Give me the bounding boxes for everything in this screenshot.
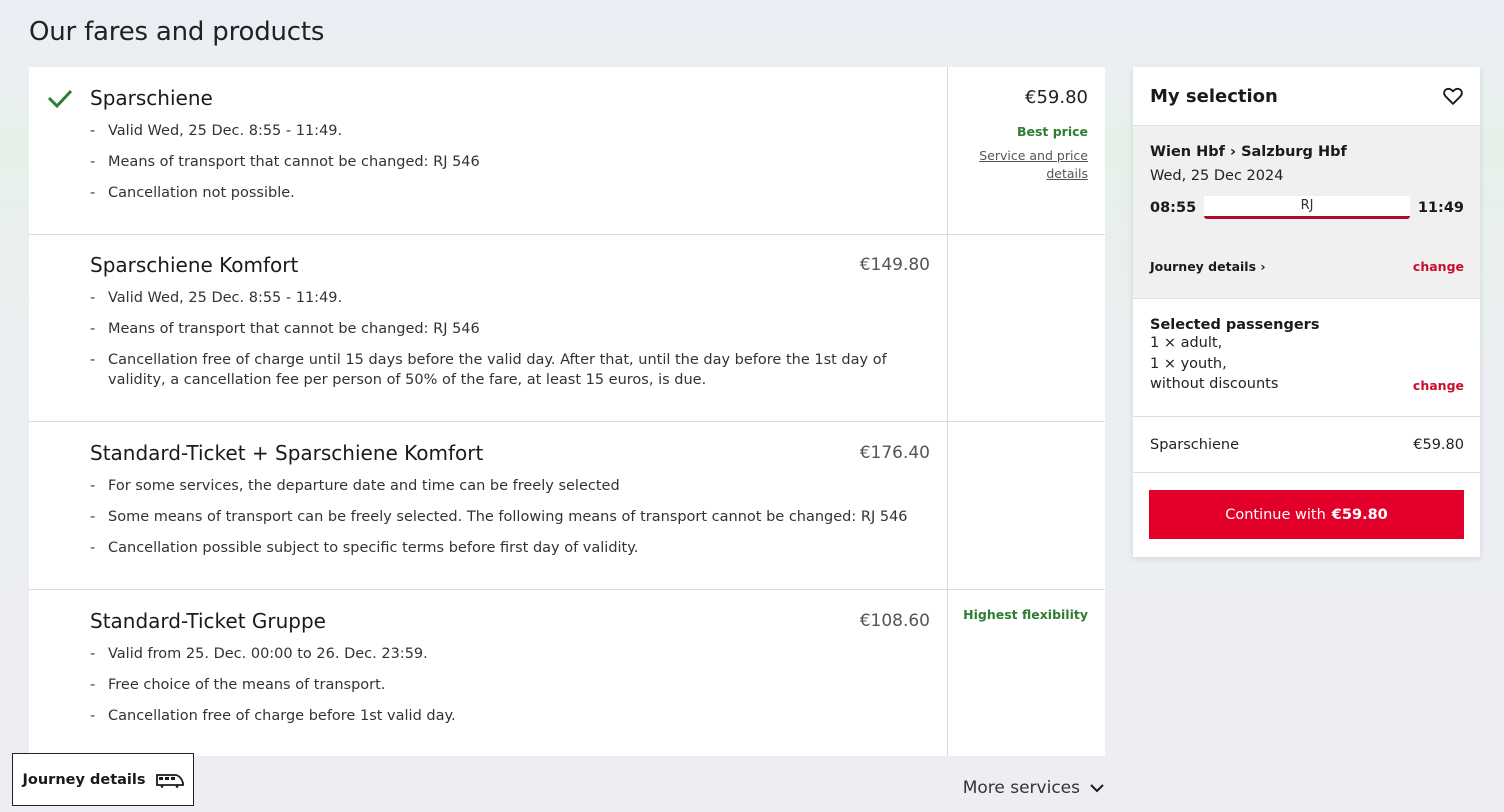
fare-detail: Cancellation not possible. [90,183,947,203]
service-price-details-link[interactable]: Service and price details [948,147,1088,183]
train-bar: RJ [1204,196,1410,219]
fare-detail: Cancellation free of charge before 1st v… [90,706,947,726]
fare-card-standard-ticket-gruppe[interactable]: Standard-Ticket Gruppe €108.60 Valid fro… [29,590,1105,756]
fare-detail: For some services, the departure date an… [90,476,947,496]
summary-fare-name: Sparschiene [1150,436,1240,453]
fare-detail: Means of transport that cannot be change… [90,152,947,172]
fare-name: Standard-Ticket + Sparschiene Komfort [90,441,484,465]
journey-details-link[interactable]: Journey details › [1150,259,1266,274]
more-services-toggle[interactable]: More services [963,778,1105,798]
fare-detail: Some means of transport can be freely se… [90,507,947,527]
change-journey-link[interactable]: change [1413,259,1464,274]
selected-passengers: Selected passengers 1 × adult, 1 × youth… [1133,299,1480,417]
passenger-line: 1 × youth, [1150,355,1227,372]
fare-details: Valid from 25. Dec. 00:00 to 26. Dec. 23… [90,644,947,726]
fare-details: Valid Wed, 25 Dec. 8:55 - 11:49. Means o… [90,121,947,203]
fare-detail: Valid from 25. Dec. 00:00 to 26. Dec. 23… [90,644,947,664]
fare-details: For some services, the departure date an… [90,476,947,558]
fare-card-sparschiene-komfort[interactable]: Sparschiene Komfort €149.80 Valid Wed, 2… [29,235,1105,422]
my-selection-title: My selection [1150,85,1278,107]
fare-name: Standard-Ticket Gruppe [90,609,326,633]
passenger-line: 1 × adult, [1150,335,1223,351]
fare-detail: Cancellation free of charge until 15 day… [90,350,917,390]
journey-details-button-label: Journey details [22,771,146,788]
fare-detail: Means of transport that cannot be change… [90,319,917,339]
fare-price: €149.80 [859,255,930,275]
fare-name: Sparschiene Komfort [90,253,299,277]
heart-icon[interactable] [1442,85,1464,107]
route: Wien Hbf › Salzburg Hbf [1150,144,1347,160]
journey-summary: Wien Hbf › Salzburg Hbf Wed, 25 Dec 2024… [1133,126,1480,299]
selected-fare-summary: Sparschiene €59.80 [1133,417,1480,473]
fare-price: €108.60 [859,611,930,631]
fare-card-standard-sparschiene-komfort[interactable]: Standard-Ticket + Sparschiene Komfort €1… [29,422,1105,590]
continue-label: Continue with [1225,506,1326,523]
fare-card-sparschiene[interactable]: Sparschiene Valid Wed, 25 Dec. 8:55 - 11… [29,67,1105,235]
best-price-badge: Best price [1016,124,1088,139]
summary-fare-price: €59.80 [1413,436,1464,453]
journey-timeline: 08:55 RJ 11:49 [1150,196,1464,219]
my-selection-panel: My selection Wien Hbf › Salzburg Hbf Wed… [1133,67,1480,557]
departure-time: 08:55 [1150,199,1197,216]
continue-button[interactable]: Continue with €59.80 [1149,490,1464,539]
more-services-label: More services [962,778,1080,798]
train-icon [155,773,184,788]
journey-details-button[interactable]: Journey details [12,753,194,806]
fare-name: Sparschiene [90,86,213,110]
fare-details: Valid Wed, 25 Dec. 8:55 - 11:49. Means o… [90,288,947,390]
fare-detail: Valid Wed, 25 Dec. 8:55 - 11:49. [90,121,947,141]
fare-detail: Valid Wed, 25 Dec. 8:55 - 11:49. [90,288,917,308]
check-icon [47,89,73,109]
chevron-down-icon [1090,784,1104,793]
arrival-time: 11:49 [1417,199,1464,216]
page-title: Our fares and products [29,17,325,47]
travel-date: Wed, 25 Dec 2024 [1150,168,1284,184]
fare-price: €59.80 [1025,87,1088,108]
passengers-title: Selected passengers [1150,317,1320,333]
change-passengers-link[interactable]: change [1413,378,1464,393]
fare-detail: Cancellation possible subject to specifi… [90,538,947,558]
fare-price: €176.40 [859,443,930,463]
fare-detail: Free choice of the means of transport. [90,675,947,695]
highest-flexibility-badge: Highest flexibility [963,607,1088,622]
continue-price: €59.80 [1331,506,1388,523]
fare-list: Sparschiene Valid Wed, 25 Dec. 8:55 - 11… [29,67,1105,756]
